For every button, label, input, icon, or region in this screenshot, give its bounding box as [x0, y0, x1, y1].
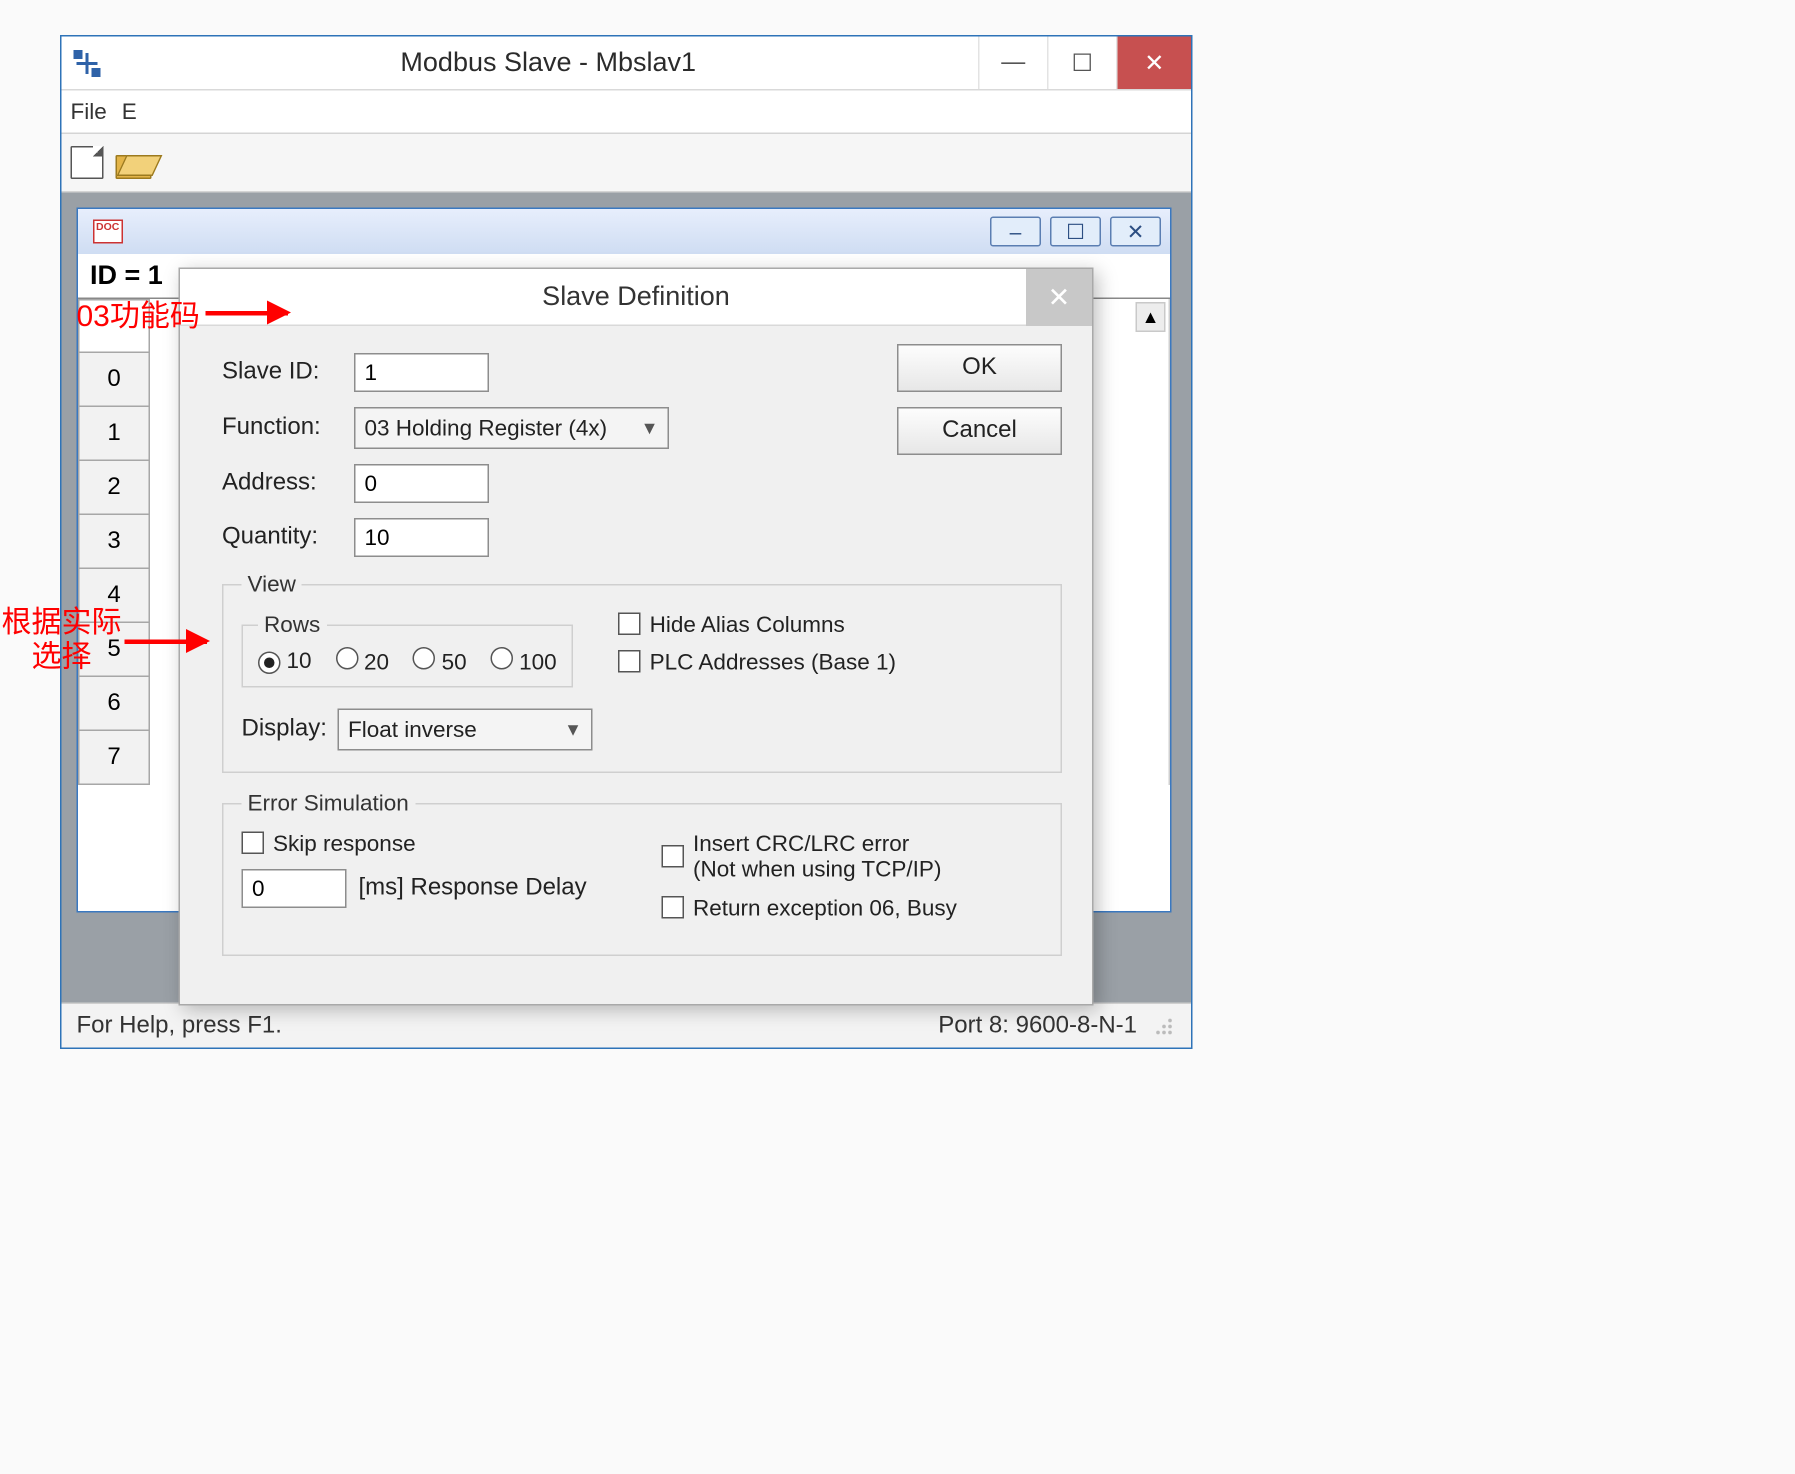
address-input[interactable] [354, 464, 489, 503]
slave-id-input[interactable] [354, 353, 489, 392]
dialog-close-button[interactable]: ✕ [1026, 269, 1092, 326]
row-header[interactable]: 2 [78, 461, 150, 515]
plc-addresses-checkbox[interactable]: PLC Addresses (Base 1) [618, 650, 896, 676]
open-file-icon[interactable] [116, 146, 149, 179]
scroll-up-button[interactable]: ▲ [1136, 302, 1166, 332]
cancel-button[interactable]: Cancel [897, 407, 1062, 455]
mdi-minimize-button[interactable]: – [990, 217, 1041, 247]
mdi-close-button[interactable]: ✕ [1110, 217, 1161, 247]
chevron-down-icon: ▼ [564, 719, 582, 740]
menu-file[interactable]: File [71, 99, 107, 125]
mdi-maximize-button[interactable]: ☐ [1050, 217, 1101, 247]
error-simulation-group: Error Simulation Skip response [ms] Resp… [222, 791, 1062, 955]
annotation-display: 根据实际 选择 [2, 607, 208, 676]
status-bar: For Help, press F1. Port 8: 9600-8-N-1 [62, 1003, 1192, 1048]
row-header[interactable]: 1 [78, 407, 150, 461]
function-select[interactable]: 03 Holding Register (4x) ▼ [354, 407, 669, 449]
resize-grip-icon[interactable] [1152, 1014, 1176, 1038]
row-header[interactable]: 3 [78, 515, 150, 569]
slave-definition-dialog: Slave Definition ✕ OK Cancel Slave ID: F… [179, 268, 1094, 1005]
arrow-icon [206, 311, 289, 316]
view-group: View Rows 10 20 50 100 Hide [222, 572, 1062, 773]
quantity-label: Quantity: [222, 524, 354, 551]
rows-20-radio[interactable]: 20 [336, 647, 390, 676]
slave-id-label: Slave ID: [222, 359, 354, 386]
close-button[interactable]: ✕ [1116, 37, 1191, 90]
status-port-text: Port 8: 9600-8-N-1 [938, 1012, 1137, 1039]
skip-response-checkbox[interactable]: Skip response [242, 832, 617, 858]
document-titlebar[interactable]: – ☐ ✕ [78, 209, 1170, 254]
address-label: Address: [222, 470, 354, 497]
response-delay-label: [ms] Response Delay [359, 875, 587, 902]
view-legend: View [242, 572, 302, 598]
menubar: File E [62, 91, 1192, 133]
status-help-text: For Help, press F1. [77, 1012, 282, 1039]
titlebar[interactable]: Modbus Slave - Mbslav1 — ☐ ✕ [62, 37, 1192, 91]
insert-crc-checkbox[interactable]: Insert CRC/LRC error(Not when using TCP/… [662, 832, 957, 884]
row-header[interactable]: 7 [78, 731, 150, 785]
app-icon [74, 49, 101, 76]
toolbar [62, 133, 1192, 193]
row-header[interactable]: 0 [78, 353, 150, 407]
rows-group: Rows 10 20 50 100 [242, 613, 574, 688]
response-delay-input[interactable] [242, 869, 347, 908]
return-exception-checkbox[interactable]: Return exception 06, Busy [662, 895, 957, 921]
ok-button[interactable]: OK [897, 344, 1062, 392]
row-headers: 0 1 2 3 4 5 6 7 [78, 299, 150, 785]
maximize-button[interactable]: ☐ [1047, 37, 1116, 90]
display-select[interactable]: Float inverse ▼ [338, 709, 593, 751]
dialog-title[interactable]: Slave Definition ✕ [180, 269, 1092, 326]
window-title: Modbus Slave - Mbslav1 [119, 47, 979, 79]
hide-alias-checkbox[interactable]: Hide Alias Columns [618, 613, 896, 639]
function-label: Function: [222, 415, 354, 442]
chevron-down-icon: ▼ [641, 418, 659, 439]
menu-edit[interactable]: E [122, 99, 137, 125]
document-icon [93, 220, 123, 244]
arrow-icon [125, 639, 208, 644]
minimize-button[interactable]: — [978, 37, 1047, 90]
display-label: Display: [242, 716, 338, 743]
quantity-input[interactable] [354, 518, 489, 557]
rows-10-radio[interactable]: 10 [258, 649, 312, 675]
error-legend: Error Simulation [242, 791, 415, 817]
row-header[interactable]: 6 [78, 677, 150, 731]
annotation-function: 03功能码 [77, 292, 289, 336]
main-window: Modbus Slave - Mbslav1 — ☐ ✕ File E – ☐ … [60, 35, 1193, 1049]
rows-legend: Rows [258, 613, 326, 639]
rows-50-radio[interactable]: 50 [413, 647, 467, 676]
new-file-icon[interactable] [71, 146, 104, 179]
rows-100-radio[interactable]: 100 [491, 647, 557, 676]
